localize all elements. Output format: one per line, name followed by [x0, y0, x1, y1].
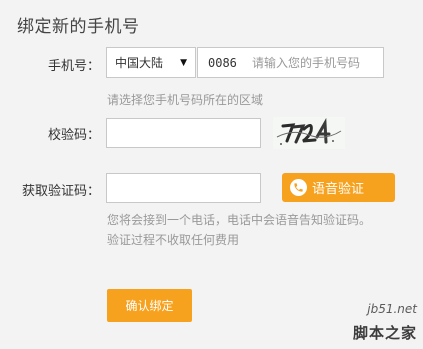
captcha-label: 校验码： — [47, 128, 100, 143]
phone-input[interactable]: 0086 请输入您的手机号码 — [197, 47, 384, 78]
verify-hint: 您将会接到一个电话，电话中会语音告知验证码。 验证过程不收取任何费用 — [107, 210, 407, 250]
phone-icon — [290, 179, 307, 196]
phone-label: 手机号： — [47, 59, 100, 74]
verify-code-label: 获取验证码： — [21, 184, 100, 199]
page-title: 绑定新的手机号 — [17, 17, 140, 37]
country-select[interactable]: 中国大陆 ▼ — [106, 47, 196, 78]
bind-phone-panel: 绑定新的手机号 手机号： 中国大陆 ▼ 0086 请输入您的手机号码 请选择您手… — [0, 0, 423, 349]
country-select-value: 中国大陆 — [115, 56, 164, 70]
watermark-name: 脚本之家 — [352, 324, 417, 342]
phone-region-hint: 请选择您手机号码所在的区域 — [107, 93, 264, 107]
confirm-bind-button[interactable]: 确认绑定 — [107, 289, 192, 322]
verify-hint-line2: 验证过程不收取任何费用 — [107, 233, 240, 247]
phone-placeholder: 请输入您的手机号码 — [252, 56, 361, 70]
verify-code-input[interactable] — [106, 173, 261, 203]
voice-verify-button[interactable]: 语音验证 — [282, 173, 395, 202]
chevron-down-icon: ▼ — [180, 57, 187, 68]
captcha-glyphs — [273, 117, 345, 149]
voice-verify-label: 语音验证 — [312, 182, 365, 197]
verify-hint-line1: 您将会接到一个电话，电话中会语音告知验证码。 — [107, 213, 372, 227]
watermark-domain: jb51.net — [367, 302, 417, 316]
captcha-image[interactable] — [273, 117, 345, 149]
captcha-input[interactable] — [106, 118, 261, 148]
country-code-prefix: 0086 — [208, 55, 237, 70]
